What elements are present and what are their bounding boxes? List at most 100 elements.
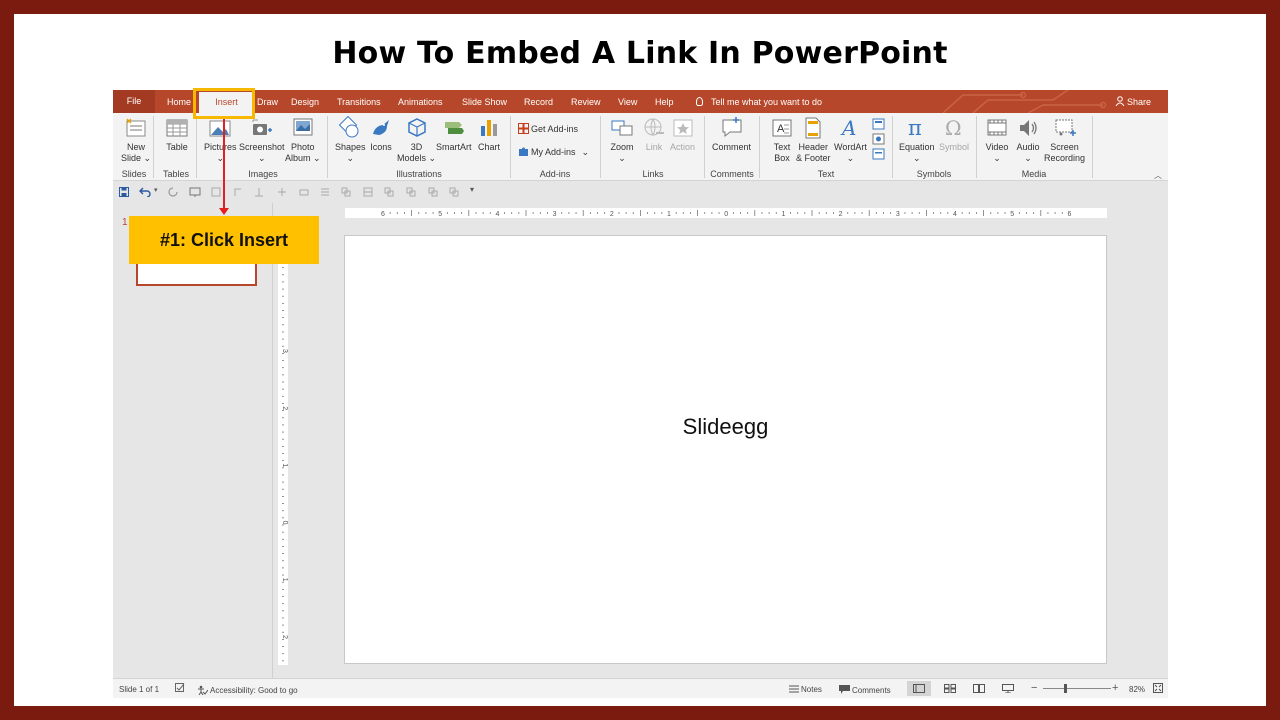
qat-tool-icon[interactable] [363,187,373,197]
action-button[interactable]: Action [670,116,695,153]
tab-slide-show[interactable]: Slide Show [462,97,507,107]
addins-store-icon [518,123,529,134]
tab-view[interactable]: View [618,97,637,107]
zoom-out-icon[interactable]: − [1031,682,1037,694]
qat-tool-icon[interactable] [428,187,438,197]
tab-file[interactable]: File [113,90,155,113]
wordart-icon: A [840,116,856,140]
group-separator [510,116,511,178]
qat-tool-icon[interactable] [233,187,243,197]
collapse-ribbon-icon[interactable]: ︿ [1154,170,1162,181]
status-bar: Slide 1 of 1 Accessibility: Good to go N… [113,678,1168,698]
qat-tool-icon[interactable] [211,187,221,197]
tab-help[interactable]: Help [655,97,674,107]
qat-tool-icon[interactable] [406,187,416,197]
notes-button[interactable]: Notes [789,685,822,694]
zoom-level[interactable]: 82% [1129,685,1145,694]
equation-button[interactable]: π Equation ⌄ [899,116,935,164]
tell-me-search[interactable]: Tell me what you want to do [696,97,822,107]
speaker-icon [1020,120,1037,136]
reading-view-icon[interactable] [973,684,985,693]
text-small-icons [872,118,885,160]
slide-text[interactable]: Slideegg [345,414,1106,440]
slide-sorter-icon[interactable] [944,684,956,693]
group-separator [892,116,893,178]
undo-icon[interactable] [139,187,153,197]
accessibility-status[interactable]: Accessibility: Good to go [197,685,298,696]
slide-thumbnail-pane: 1 [113,203,273,678]
comments-button[interactable]: Comments [839,685,891,695]
qat-tool-icon[interactable] [341,187,351,197]
camera-icon [252,119,272,135]
header-footer-button[interactable]: Header & Footer [796,116,831,164]
ruler-label: 0 [281,521,288,525]
smartart-button[interactable]: SmartArt [436,116,472,153]
screen-recording-button[interactable]: Screen Recording [1044,116,1085,164]
group-label-slides: Slides [121,169,147,179]
present-icon[interactable] [189,187,201,197]
group-label-text: Text [817,169,835,179]
wordart-button[interactable]: A WordArt ⌄ [834,116,867,164]
svg-text:A: A [777,123,785,135]
zoom-slider[interactable] [1043,688,1111,689]
photo-album-icon [293,118,313,136]
customize-qat-icon[interactable]: ▾ [470,185,474,194]
video-button[interactable]: Video ⌄ [985,116,1009,164]
zoom-button[interactable]: Zoom ⌄ [610,116,634,164]
3d-models-button[interactable]: 3D Models ⌄ [397,116,436,164]
table-button[interactable]: Table [165,116,189,153]
audio-button[interactable]: Audio ⌄ [1016,116,1040,164]
save-icon[interactable] [119,187,129,197]
tab-design[interactable]: Design [291,97,319,107]
symbol-button[interactable]: Ω Symbol [939,116,969,153]
screenshot-button[interactable]: Screenshot ⌄ [239,116,285,164]
fit-slide-icon[interactable] [1153,683,1163,693]
pictures-button[interactable]: Pictures ⌄ [204,116,237,164]
qat-tool-icon[interactable] [254,187,264,197]
powerpoint-window: File Home Insert Draw Design Transitions… [113,90,1168,698]
ruler-label: 4 [495,211,499,218]
tab-review[interactable]: Review [571,97,601,107]
qat-tool-icon[interactable] [449,187,459,197]
qat-tool-icon[interactable] [277,187,287,197]
normal-view-button[interactable] [907,681,931,696]
zoom-slider-thumb[interactable] [1064,684,1067,693]
callout-arrow [223,119,225,209]
header-footer-icon [805,117,821,139]
svg-text:Ω: Ω [945,116,962,140]
spelling-icon[interactable] [175,683,186,693]
tab-transitions[interactable]: Transitions [337,97,381,107]
icons-button[interactable]: Icons [369,116,393,153]
text-box-button[interactable]: A Text Box [770,116,794,164]
tab-draw[interactable]: Draw [257,97,278,107]
tab-home[interactable]: Home [167,97,191,107]
group-separator [153,116,154,178]
undo-dropdown-icon[interactable]: ▾ [154,186,158,194]
group-label-images: Images [248,169,278,179]
share-button[interactable]: Share [1115,96,1151,107]
shapes-button[interactable]: Shapes ⌄ [335,116,366,164]
ruler-label: 2 [610,211,614,218]
comment-button[interactable]: Comment [712,116,751,153]
qat-tool-icon[interactable] [299,187,309,197]
zoom-slides-icon [611,120,633,136]
my-addins-button[interactable]: My Add-ins ⌄ [518,146,589,158]
get-addins-button[interactable]: Get Add-ins [518,123,578,134]
group-separator [1092,116,1093,178]
chart-button[interactable]: Chart [477,116,501,153]
tab-record[interactable]: Record [524,97,553,107]
slide-canvas[interactable]: Slideegg [344,235,1107,664]
new-slide-button[interactable]: New Slide ⌄ [121,116,151,164]
zoom-in-icon[interactable]: + [1112,682,1118,694]
slideshow-view-icon[interactable] [1002,684,1014,693]
svg-text:A: A [840,116,856,140]
link-button[interactable]: Link [642,116,666,153]
bird-icon [373,120,389,135]
group-label-links: Links [642,169,664,179]
photo-album-button[interactable]: Photo Album ⌄ [285,116,321,164]
qat-tool-icon[interactable] [320,187,330,197]
ruler-label: 3 [896,211,900,218]
redo-icon[interactable] [168,187,178,197]
qat-tool-icon[interactable] [384,187,394,197]
tab-animations[interactable]: Animations [398,97,443,107]
